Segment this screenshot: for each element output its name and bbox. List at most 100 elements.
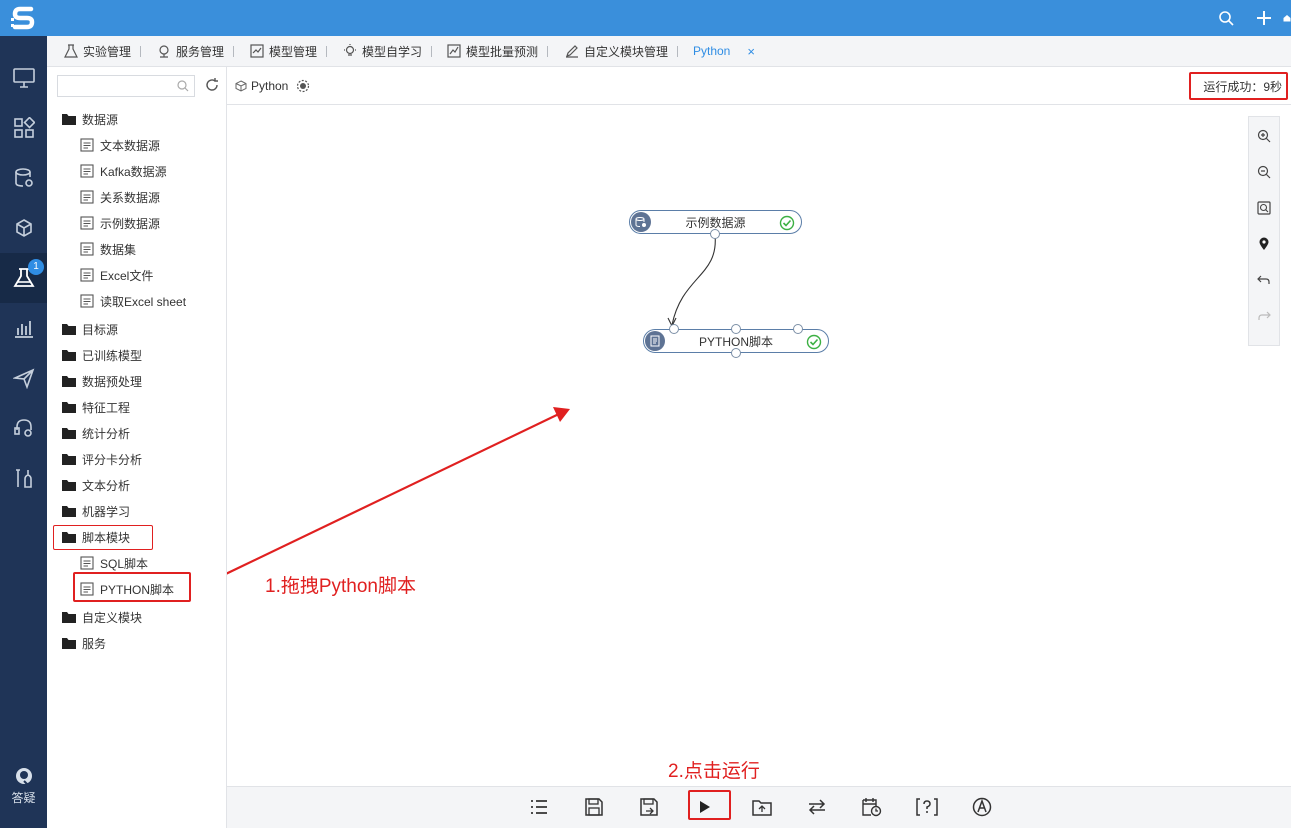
zoom-in-icon[interactable] bbox=[1249, 118, 1279, 154]
folder-icon bbox=[62, 505, 76, 517]
folder-icon bbox=[62, 611, 76, 623]
schedule-icon[interactable] bbox=[858, 793, 886, 821]
tree-label: 机器学习 bbox=[82, 504, 131, 519]
save-as-icon[interactable] bbox=[635, 793, 663, 821]
folder-icon bbox=[62, 375, 76, 387]
annotation-drag-python: 1.拖拽Python脚本 bbox=[265, 576, 416, 597]
component-tree-sidebar: 数据源文本数据源 Kafka数据源关系数据源示例数据源数据集 Excel文件读取Ex… bbox=[47, 67, 227, 828]
tree-folder[interactable]: 服务 bbox=[62, 632, 106, 654]
tab-label: 实验管理 bbox=[83, 44, 132, 59]
tree-item[interactable]: 关系数据源 bbox=[80, 186, 160, 208]
experiment-icon[interactable]: 1 bbox=[0, 253, 47, 303]
tree-item[interactable]: 数据集 bbox=[80, 238, 136, 260]
folder-icon bbox=[62, 113, 76, 125]
cubes-icon[interactable] bbox=[0, 203, 47, 253]
experiment-name: Python bbox=[251, 79, 289, 93]
tree-label: 评分卡分析 bbox=[82, 452, 143, 467]
send-icon[interactable] bbox=[0, 353, 47, 403]
tools-icon[interactable] bbox=[0, 453, 47, 503]
component-icon bbox=[80, 242, 94, 256]
tree-folder[interactable]: 评分卡分析 bbox=[62, 448, 142, 470]
tab-label: 服务管理 bbox=[176, 44, 225, 59]
folder-icon bbox=[62, 637, 76, 649]
tree-label: Kafka数据源 bbox=[100, 164, 167, 179]
input-port-3[interactable] bbox=[793, 324, 803, 334]
tree-folder[interactable]: 数据源 bbox=[62, 108, 118, 130]
home-icon[interactable] bbox=[1283, 7, 1291, 29]
input-port-1[interactable] bbox=[669, 324, 679, 334]
tree-folder[interactable]: 已训练模型 bbox=[62, 344, 142, 366]
tab-model-management[interactable]: 模型管理 bbox=[250, 36, 328, 66]
tab-service-management[interactable]: 服务管理 bbox=[157, 36, 235, 66]
highlight-script-module bbox=[53, 525, 153, 550]
tree-item[interactable]: Kafka数据源 bbox=[80, 160, 167, 182]
monitor-icon[interactable] bbox=[0, 53, 47, 103]
search-icon[interactable] bbox=[1215, 7, 1237, 29]
breadcrumb: Python bbox=[235, 79, 310, 93]
tab-python[interactable]: Python × bbox=[693, 36, 755, 66]
bar-chart-icon[interactable] bbox=[0, 303, 47, 353]
tree-item[interactable]: 读取Excel sheet bbox=[80, 290, 186, 312]
tree-item[interactable]: SQL脚本 bbox=[80, 552, 148, 574]
close-icon[interactable]: × bbox=[747, 44, 755, 59]
refresh-icon[interactable] bbox=[204, 77, 220, 93]
add-icon[interactable] bbox=[1253, 7, 1275, 29]
search-input[interactable] bbox=[57, 75, 195, 97]
flow-node-sample-datasource[interactable]: 示例数据源 bbox=[629, 210, 802, 239]
output-port[interactable] bbox=[731, 348, 741, 358]
fit-view-icon[interactable] bbox=[1249, 190, 1279, 226]
bulb-icon bbox=[344, 44, 356, 56]
tree-folder[interactable]: 数据预处理 bbox=[62, 370, 142, 392]
zoom-out-icon[interactable] bbox=[1249, 154, 1279, 190]
tab-model-self-learning[interactable]: 模型自学习 bbox=[343, 36, 433, 66]
switch-icon[interactable] bbox=[803, 793, 831, 821]
app-logo[interactable] bbox=[0, 0, 47, 36]
tree-item[interactable]: 示例数据源 bbox=[80, 212, 160, 234]
support-icon[interactable] bbox=[0, 403, 47, 453]
tree-folder[interactable]: 统计分析 bbox=[62, 422, 130, 444]
locate-icon[interactable] bbox=[1249, 226, 1279, 262]
ai-icon[interactable] bbox=[968, 793, 996, 821]
settings-icon[interactable] bbox=[296, 79, 310, 93]
tab-label: Python bbox=[693, 44, 731, 58]
save-icon[interactable] bbox=[580, 793, 608, 821]
component-icon bbox=[80, 164, 94, 178]
canvas-zoom-tools bbox=[1248, 116, 1280, 346]
database-settings-icon[interactable] bbox=[0, 153, 47, 203]
flow-node-python-script[interactable]: PYTHON脚本 bbox=[643, 324, 829, 358]
tree-label: SQL脚本 bbox=[100, 556, 149, 571]
trend-icon bbox=[447, 44, 461, 58]
export-icon[interactable] bbox=[748, 793, 776, 821]
tree-label: Excel文件 bbox=[100, 268, 154, 283]
tree-folder[interactable]: 自定义模块 bbox=[62, 606, 142, 628]
tree-item[interactable]: Excel文件 bbox=[80, 264, 153, 286]
help-icon[interactable] bbox=[913, 793, 941, 821]
search-field[interactable] bbox=[62, 77, 174, 95]
highlight-python-script bbox=[73, 572, 191, 602]
node-label: 示例数据源 bbox=[685, 215, 746, 230]
tab-label: 模型自学习 bbox=[362, 44, 423, 59]
tree-folder[interactable]: 目标源 bbox=[62, 318, 118, 340]
output-port[interactable] bbox=[710, 229, 720, 239]
node-label: PYTHON脚本 bbox=[698, 334, 773, 349]
tab-custom-module-management[interactable]: 自定义模块管理 bbox=[565, 36, 679, 66]
tab-batch-prediction[interactable]: 模型批量预测 bbox=[447, 36, 549, 66]
tree-folder[interactable]: 机器学习 bbox=[62, 500, 130, 522]
canvas-overlay bbox=[227, 234, 716, 575]
tab-experiment-management[interactable]: 实验管理 bbox=[64, 36, 142, 66]
notification-badge: 1 bbox=[28, 259, 44, 275]
input-port-2[interactable] bbox=[731, 324, 741, 334]
tree-label: 特征工程 bbox=[82, 400, 131, 415]
tab-strip: 实验管理 服务管理 模型管理 模型自学习 模型批量预测 自定义模块管理 Pyth… bbox=[47, 36, 1291, 67]
tab-label: 自定义模块管理 bbox=[584, 44, 669, 59]
tree-folder[interactable]: 特征工程 bbox=[62, 396, 130, 418]
component-icon bbox=[80, 216, 94, 230]
redo-icon[interactable] bbox=[1249, 298, 1279, 334]
undo-icon[interactable] bbox=[1249, 262, 1279, 298]
tree-item[interactable]: 文本数据源 bbox=[80, 134, 160, 156]
dashboard-icon[interactable] bbox=[0, 103, 47, 153]
datasource-icon bbox=[631, 212, 651, 232]
help-entry[interactable]: 答疑 bbox=[0, 766, 47, 806]
list-icon[interactable] bbox=[525, 793, 553, 821]
tree-folder[interactable]: 文本分析 bbox=[62, 474, 130, 496]
